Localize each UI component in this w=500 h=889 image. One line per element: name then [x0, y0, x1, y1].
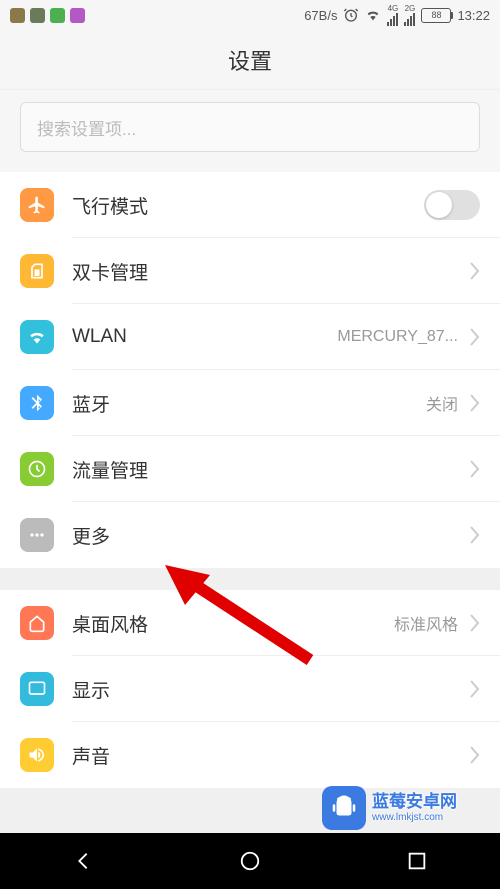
- notif-icon: [30, 8, 45, 23]
- signal-icon: [404, 13, 415, 26]
- settings-item-bt[interactable]: 蓝牙关闭: [0, 370, 500, 436]
- watermark-title: 蓝莓安卓网: [372, 792, 457, 812]
- plane-icon: [20, 188, 54, 222]
- item-label: WLAN: [72, 326, 337, 348]
- net-speed: 67B/s: [304, 8, 337, 23]
- settings-item-sound[interactable]: 声音: [0, 722, 500, 788]
- wlan-icon: [20, 320, 54, 354]
- settings-item-wlan[interactable]: WLANMERCURY_87...: [0, 304, 500, 370]
- item-label: 流量管理: [72, 456, 468, 483]
- item-label: 蓝牙: [72, 390, 426, 417]
- toggle-switch[interactable]: [424, 190, 480, 220]
- nav-bar: [0, 833, 500, 889]
- item-label: 声音: [72, 742, 468, 769]
- battery-icon: 88: [421, 8, 451, 23]
- chevron-right-icon: [468, 613, 480, 633]
- item-label: 双卡管理: [72, 258, 468, 285]
- settings-item-home[interactable]: 桌面风格标准风格: [0, 590, 500, 656]
- more-icon: [20, 518, 54, 552]
- notif-icon: [10, 8, 25, 23]
- item-label: 桌面风格: [72, 610, 394, 637]
- chevron-right-icon: [468, 525, 480, 545]
- home-icon: [20, 606, 54, 640]
- sim-icon: [20, 254, 54, 288]
- notif-icon: [50, 8, 65, 23]
- chevron-right-icon: [468, 745, 480, 765]
- settings-item-data[interactable]: 流量管理: [0, 436, 500, 502]
- nav-back-button[interactable]: [53, 841, 113, 881]
- item-label: 飞行模式: [72, 192, 424, 219]
- page-title: 设置: [0, 30, 500, 90]
- settings-item-display[interactable]: 显示: [0, 656, 500, 722]
- data-icon: [20, 452, 54, 486]
- notif-icon: [70, 8, 85, 23]
- item-label: 显示: [72, 676, 468, 703]
- bt-icon: [20, 386, 54, 420]
- wifi-icon: [365, 7, 381, 23]
- chevron-right-icon: [468, 393, 480, 413]
- chevron-right-icon: [468, 679, 480, 699]
- item-value: 关闭: [426, 391, 458, 415]
- search-input[interactable]: 搜索设置项...: [20, 102, 480, 152]
- alarm-icon: [343, 7, 359, 23]
- chevron-right-icon: [468, 459, 480, 479]
- item-value: 标准风格: [394, 611, 458, 635]
- clock: 13:22: [457, 8, 490, 23]
- display-icon: [20, 672, 54, 706]
- settings-item-plane[interactable]: 飞行模式: [0, 172, 500, 238]
- settings-item-sim[interactable]: 双卡管理: [0, 238, 500, 304]
- item-value: MERCURY_87...: [337, 328, 458, 346]
- net-type-2: 2G: [405, 5, 416, 13]
- nav-home-button[interactable]: [220, 841, 280, 881]
- watermark: 蓝莓安卓网 www.lmkjst.com: [310, 783, 500, 833]
- signal-icon: [387, 13, 398, 26]
- chevron-right-icon: [468, 261, 480, 281]
- watermark-url: www.lmkjst.com: [372, 812, 457, 824]
- status-bar: 67B/s 4G 2G 88 13:22: [0, 0, 500, 30]
- nav-recent-button[interactable]: [387, 841, 447, 881]
- settings-item-more[interactable]: 更多: [0, 502, 500, 568]
- watermark-icon: [322, 786, 366, 830]
- chevron-right-icon: [468, 327, 480, 347]
- item-label: 更多: [72, 522, 468, 549]
- net-type-1: 4G: [388, 5, 399, 13]
- sound-icon: [20, 738, 54, 772]
